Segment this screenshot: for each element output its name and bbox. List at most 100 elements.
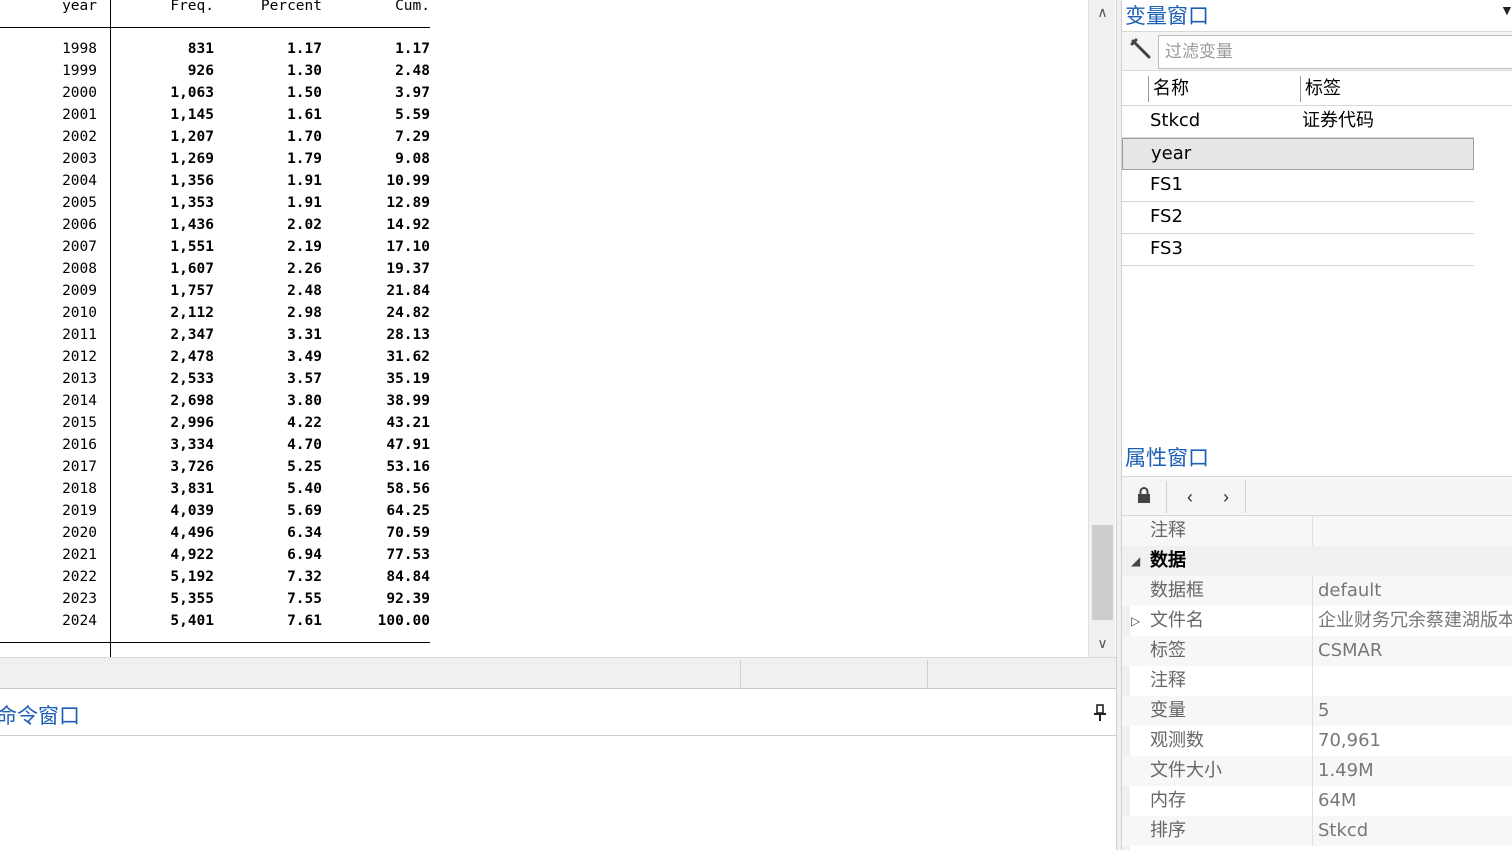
property-value: default (1318, 580, 1382, 601)
cell-percent: 3.57 (287, 371, 322, 387)
cell-cum: 58.56 (386, 481, 430, 497)
cell-year: 2019 (62, 503, 97, 519)
property-row[interactable]: 观测数 70,961 (1122, 726, 1512, 756)
cell-percent: 2.98 (287, 305, 322, 321)
cell-year: 2013 (62, 371, 97, 387)
cell-cum: 19.37 (386, 261, 430, 277)
property-row[interactable]: 变量 5 (1122, 696, 1512, 726)
variable-name: FS1 (1150, 174, 1183, 195)
property-column-divider (1312, 816, 1313, 846)
pin-icon[interactable] (1094, 704, 1106, 727)
status-bar (0, 657, 1116, 689)
cell-cum: 64.25 (386, 503, 430, 519)
col-header-freq: Freq. (170, 0, 214, 14)
property-column-divider (1312, 576, 1313, 606)
table-row: 1998 831 1.17 1.17 (0, 38, 430, 60)
cell-percent: 5.69 (287, 503, 322, 519)
property-column-divider (1312, 696, 1313, 726)
table-row: 2016 3,334 4.70 47.91 (0, 434, 430, 456)
status-separator (927, 660, 928, 688)
results-scrollbar[interactable]: ∧ ∨ (1088, 0, 1115, 657)
collapse-triangle-icon[interactable]: ◢ (1131, 546, 1140, 576)
variables-window-title: 变量窗口 (1125, 4, 1209, 28)
cell-freq: 926 (187, 63, 214, 79)
property-row[interactable]: 注释 (1122, 666, 1512, 696)
cell-cum: 100.00 (377, 613, 430, 629)
wrench-icon[interactable] (1130, 38, 1152, 66)
col-header-label[interactable]: 标签 (1300, 76, 1341, 102)
results-window: year Freq. Percent Cum. 1998 831 1.17 1.17 1… (0, 0, 1088, 657)
col-header-name[interactable]: 名称 (1148, 76, 1189, 102)
cell-freq: 1,607 (170, 261, 214, 277)
cell-year: 2020 (62, 525, 97, 541)
variable-row[interactable]: FS3 (1122, 234, 1474, 266)
command-window[interactable]: 命令窗口 (0, 690, 1116, 850)
property-row[interactable]: 标签 CSMAR (1122, 636, 1512, 666)
table-row: 2022 5,192 7.32 84.84 (0, 566, 430, 588)
property-row[interactable]: 注释 (1122, 516, 1512, 546)
scroll-down-icon[interactable]: ∨ (1089, 631, 1116, 655)
cell-cum: 9.08 (395, 151, 430, 167)
variable-row[interactable]: FS2 (1122, 202, 1474, 234)
property-row[interactable]: 内存 64M (1122, 786, 1512, 816)
table-row: 2002 1,207 1.70 7.29 (0, 126, 430, 148)
property-column-divider (1312, 726, 1313, 756)
cell-cum: 84.84 (386, 569, 430, 585)
cell-freq: 2,996 (170, 415, 214, 431)
cell-freq: 2,112 (170, 305, 214, 321)
expand-triangle-icon[interactable]: ▷ (1131, 606, 1140, 636)
chevron-left-icon[interactable]: ‹ (1172, 481, 1208, 513)
property-row[interactable]: 排序 Stkcd (1122, 816, 1512, 846)
cell-cum: 12.89 (386, 195, 430, 211)
cell-percent: 1.50 (287, 85, 322, 101)
cell-percent: 1.91 (287, 195, 322, 211)
cell-year: 2022 (62, 569, 97, 585)
cell-year: 2014 (62, 393, 97, 409)
lock-icon[interactable] (1126, 481, 1162, 513)
cell-percent: 7.55 (287, 591, 322, 607)
cell-freq: 2,533 (170, 371, 214, 387)
property-section[interactable]: ◢ 数据 (1122, 546, 1512, 576)
property-key: 排序 (1150, 820, 1186, 841)
property-key: 文件大小 (1150, 760, 1222, 781)
cell-freq: 1,356 (170, 173, 214, 189)
cell-year: 2012 (62, 349, 97, 365)
cell-cum: 92.39 (386, 591, 430, 607)
cell-cum: 1.17 (395, 41, 430, 57)
variable-row[interactable]: FS1 (1122, 170, 1474, 202)
cell-freq: 2,698 (170, 393, 214, 409)
status-separator (740, 660, 741, 688)
property-key: 标签 (1150, 640, 1186, 661)
chevron-right-icon[interactable]: › (1208, 481, 1244, 513)
table-row: 2013 2,533 3.57 35.19 (0, 368, 430, 390)
cell-freq: 4,496 (170, 525, 214, 541)
scrollbar-thumb[interactable] (1092, 525, 1113, 620)
cell-freq: 5,192 (170, 569, 214, 585)
table-row: 2020 4,496 6.34 70.59 (0, 522, 430, 544)
table-row: 2012 2,478 3.49 31.62 (0, 346, 430, 368)
table-row: 2008 1,607 2.26 19.37 (0, 258, 430, 280)
property-row[interactable]: ▷ 文件名 企业财务冗余蔡建湖版本 (1122, 606, 1512, 636)
cell-year: 1999 (62, 63, 97, 79)
cell-cum: 17.10 (386, 239, 430, 255)
property-row[interactable]: 文件大小 1.49M (1122, 756, 1512, 786)
scroll-up-icon[interactable]: ∧ (1089, 0, 1116, 24)
cell-freq: 5,355 (170, 591, 214, 607)
property-column-divider (1312, 786, 1313, 816)
filter-icon[interactable]: ▼ (1500, 2, 1512, 18)
cell-freq: 1,353 (170, 195, 214, 211)
property-value: CSMAR (1318, 640, 1383, 661)
table-row: 2019 4,039 5.69 64.25 (0, 500, 430, 522)
variable-row[interactable]: year (1122, 138, 1474, 170)
variable-row[interactable]: Stkcd 证券代码 (1122, 106, 1474, 138)
table-row: 2010 2,112 2.98 24.82 (0, 302, 430, 324)
cell-cum: 47.91 (386, 437, 430, 453)
variable-filter-input[interactable] (1158, 35, 1512, 69)
cell-cum: 5.59 (395, 107, 430, 123)
cell-freq: 2,478 (170, 349, 214, 365)
table-footer-rule (0, 642, 430, 643)
cell-freq: 3,831 (170, 481, 214, 497)
cell-year: 2008 (62, 261, 97, 277)
property-row[interactable]: 数据框 default (1122, 576, 1512, 606)
table-row: 2017 3,726 5.25 53.16 (0, 456, 430, 478)
